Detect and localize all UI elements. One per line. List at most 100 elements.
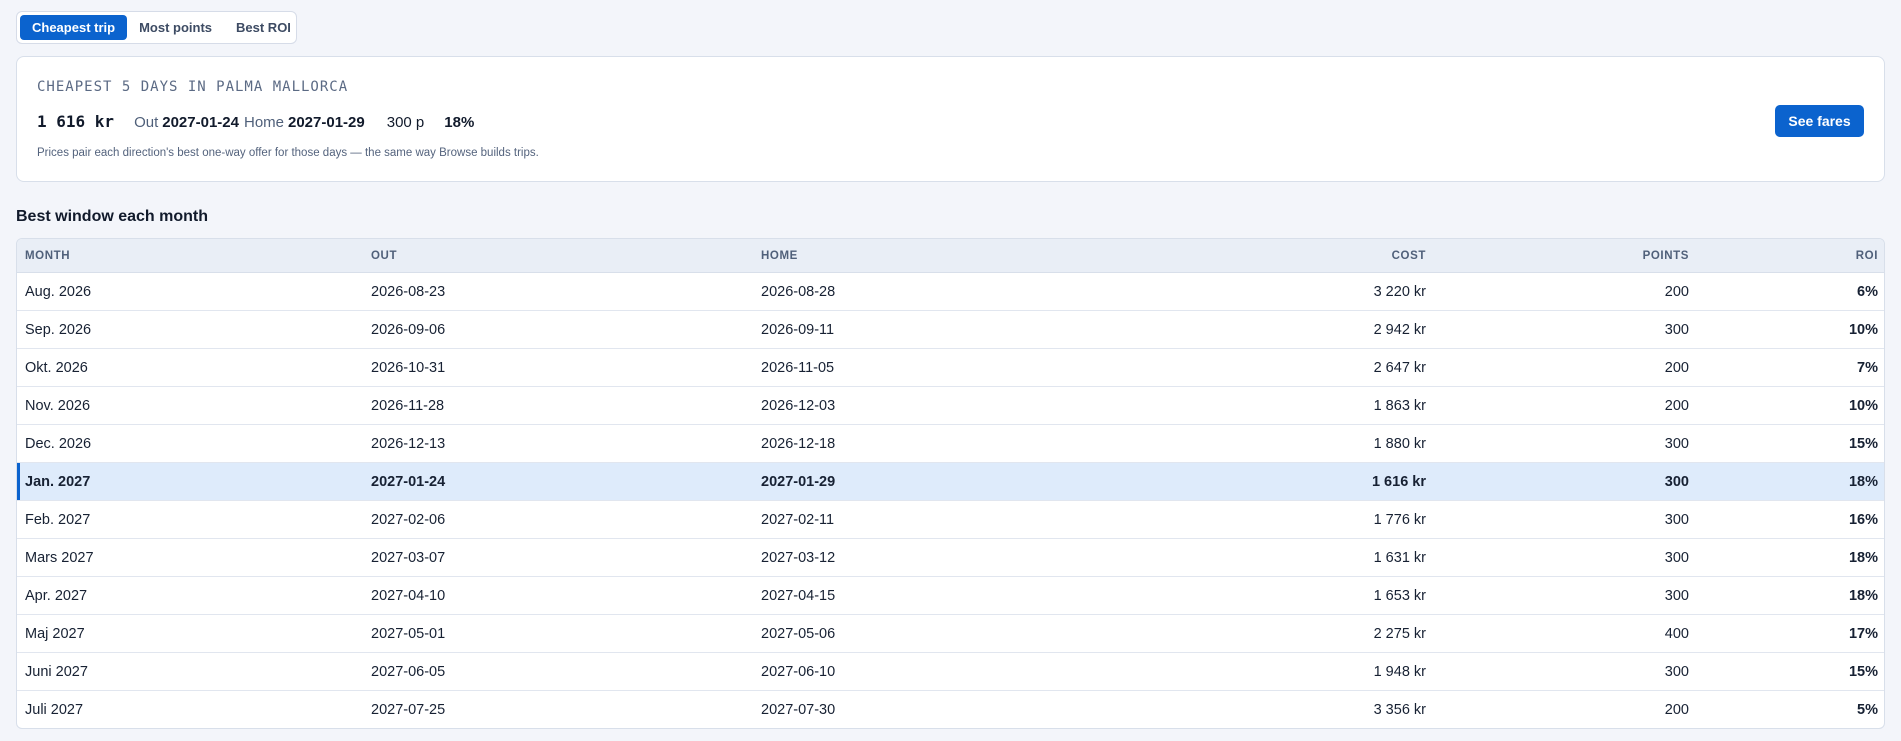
cell-month: Feb. 2027 [17, 500, 363, 539]
cell-cost: 2 647 kr [1211, 348, 1434, 387]
cell-points: 200 [1434, 272, 1697, 311]
cell-month: Sep. 2026 [17, 310, 363, 349]
table-row[interactable]: Maj 2027 2027-05-01 2027-05-06 2 275 kr … [17, 614, 1884, 653]
cell-month: Maj 2027 [17, 614, 363, 653]
table-row[interactable]: Apr. 2027 2027-04-10 2027-04-15 1 653 kr… [17, 576, 1884, 615]
cell-cost: 3 220 kr [1211, 272, 1434, 311]
cell-points: 300 [1434, 310, 1697, 349]
cell-cost: 1 631 kr [1211, 538, 1434, 577]
trip-points: 300 p [386, 114, 425, 131]
cell-home: 2027-03-12 [753, 538, 1211, 577]
cell-out: 2026-12-13 [363, 424, 753, 463]
table-row[interactable]: Feb. 2027 2027-02-06 2027-02-11 1 776 kr… [17, 500, 1884, 539]
cell-points: 300 [1434, 500, 1697, 539]
cell-points: 400 [1434, 614, 1697, 653]
cell-month: Mars 2027 [17, 538, 363, 577]
cell-points: 300 [1434, 424, 1697, 463]
cell-roi: 16% [1697, 500, 1884, 539]
home-date: 2027-01-29 [288, 114, 365, 131]
cell-cost: 3 356 kr [1373, 701, 1426, 718]
header-points: POINTS [1434, 239, 1697, 273]
view-tabs: Cheapest trip Most points Best ROI [16, 11, 297, 44]
cheapest-trip-card: CHEAPEST 5 DAYS IN PALMA MALLORCA 1 616 … [16, 56, 1885, 182]
cell-points: 300 [1434, 576, 1697, 615]
cell-month: Aug. 2026 [17, 272, 363, 311]
cell-month: Dec. 2026 [17, 424, 363, 463]
cell-cost: 1 880 kr [1211, 424, 1434, 463]
table-row[interactable]: Nov. 2026 2026-11-28 2026-12-03 1 863 kr… [17, 386, 1884, 425]
table-row[interactable]: Sep. 2026 2026-09-06 2026-09-11 2 942 kr… [17, 310, 1884, 349]
cell-points: 200 [1434, 386, 1697, 425]
header-home: HOME [753, 239, 1211, 273]
cell-points: 300 [1434, 538, 1697, 577]
cell-points: 200 [1664, 701, 1689, 718]
table-row[interactable]: Okt. 2026 2026-10-31 2026-11-05 2 647 kr… [17, 348, 1884, 387]
cell-roi: 17% [1697, 614, 1884, 653]
cell-home: 2027-07-30 [761, 701, 836, 718]
cell-out: 2026-09-06 [363, 310, 753, 349]
cell-home: 2026-11-05 [753, 348, 1211, 387]
tab-best-roi[interactable]: Best ROI [224, 15, 303, 40]
cell-roi: 15% [1697, 424, 1884, 463]
cell-home: 2026-12-03 [753, 386, 1211, 425]
cell-roi: 10% [1697, 310, 1884, 349]
cell-out: 2027-06-05 [363, 652, 753, 691]
cell-points: 300 [1434, 652, 1697, 691]
table-row[interactable]: Dec. 2026 2026-12-13 2026-12-18 1 880 kr… [17, 424, 1884, 463]
cell-roi: 6% [1697, 272, 1884, 311]
cell-out: 2027-07-25 [371, 701, 446, 718]
tab-most-points[interactable]: Most points [127, 15, 224, 40]
out-date: 2027-01-24 [162, 114, 239, 131]
cell-home: 2027-06-10 [753, 652, 1211, 691]
cell-roi: 18% [1697, 462, 1884, 501]
cell-out: 2027-05-01 [363, 614, 753, 653]
header-month: MONTH [17, 239, 363, 273]
cell-roi: 5% [1857, 701, 1878, 718]
table-row[interactable]: Aug. 2026 2026-08-23 2026-08-28 3 220 kr… [17, 272, 1884, 311]
cell-month: Apr. 2027 [17, 576, 363, 615]
cell-home: 2026-12-18 [753, 424, 1211, 463]
cell-points: 200 [1434, 348, 1697, 387]
card-title: CHEAPEST 5 DAYS IN PALMA MALLORCA [37, 79, 349, 95]
cell-month: Juli 2027 [25, 701, 84, 718]
cell-cost: 1 776 kr [1211, 500, 1434, 539]
cell-home: 2027-01-29 [753, 462, 1211, 501]
tab-cheapest-trip[interactable]: Cheapest trip [20, 15, 128, 40]
cell-cost: 1 616 kr [1211, 462, 1434, 501]
cell-roi: 18% [1697, 576, 1884, 615]
cell-home: 2027-02-11 [753, 500, 1211, 539]
cell-month: Juni 2027 [17, 652, 363, 691]
home-label: Home [243, 114, 284, 131]
cell-out: 2027-01-24 [363, 462, 753, 501]
cell-out: 2027-03-07 [363, 538, 753, 577]
cell-home: 2027-04-15 [753, 576, 1211, 615]
table-row[interactable]: Jan. 2027 2027-01-24 2027-01-29 1 616 kr… [17, 462, 1884, 501]
table-header-row: MONTH OUT HOME COST POINTS ROI [17, 239, 1884, 273]
table-row[interactable]: Juni 2027 2027-06-05 2027-06-10 1 948 kr… [17, 652, 1884, 691]
trip-summary: 1 616 kr Out 2027-01-24 Home 2027-01-29 … [37, 112, 474, 131]
cell-home: 2027-05-06 [753, 614, 1211, 653]
header-out: OUT [363, 239, 753, 273]
cell-roi: 7% [1697, 348, 1884, 387]
cell-cost: 1 653 kr [1211, 576, 1434, 615]
cell-cost: 2 275 kr [1211, 614, 1434, 653]
cell-cost: 2 942 kr [1211, 310, 1434, 349]
cell-cost: 1 863 kr [1211, 386, 1434, 425]
cell-out: 2026-10-31 [363, 348, 753, 387]
cell-home: 2026-08-28 [753, 272, 1211, 311]
trip-price: 1 616 kr [37, 112, 115, 131]
header-cost: COST [1211, 239, 1434, 273]
cell-cost: 1 948 kr [1211, 652, 1434, 691]
table-row[interactable]: Juli 2027 2027-07-25 2027-07-30 3 356 kr… [17, 691, 1884, 729]
header-roi: ROI [1697, 239, 1884, 273]
see-fares-button[interactable]: See fares [1775, 105, 1864, 137]
cell-roi: 10% [1697, 386, 1884, 425]
cell-roi: 15% [1697, 652, 1884, 691]
cell-roi: 18% [1697, 538, 1884, 577]
cell-month: Nov. 2026 [17, 386, 363, 425]
cell-out: 2026-08-23 [363, 272, 753, 311]
table-row[interactable]: Mars 2027 2027-03-07 2027-03-12 1 631 kr… [17, 538, 1884, 577]
cell-home: 2026-09-11 [753, 310, 1211, 349]
cell-month: Okt. 2026 [17, 348, 363, 387]
pricing-note: Prices pair each direction's best one-wa… [37, 147, 539, 159]
